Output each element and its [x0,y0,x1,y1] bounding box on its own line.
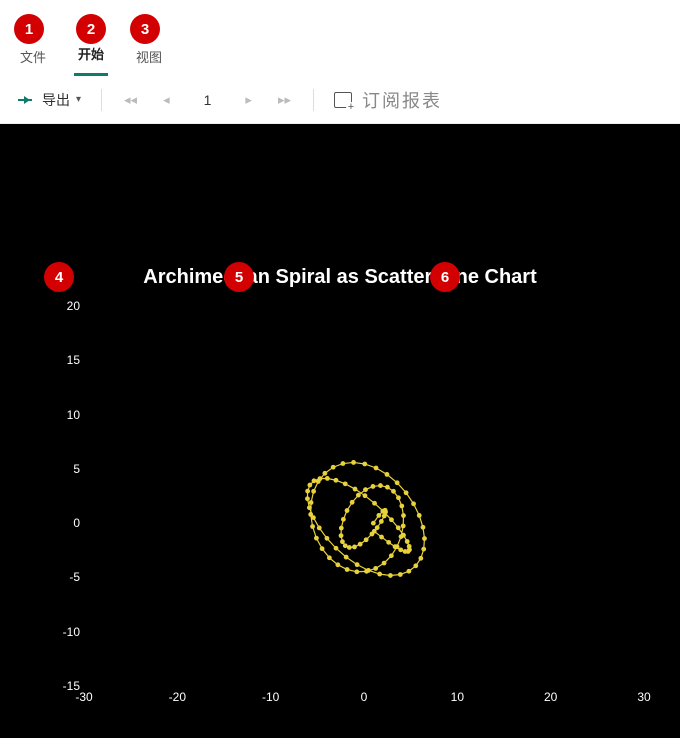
plot-svg [84,306,644,686]
y-tick-label: 20 [52,299,80,313]
export-label: 导出 [42,90,70,110]
subscribe-button[interactable]: 订阅报表 [328,83,448,117]
export-icon [18,93,36,107]
y-tick-label: -5 [52,570,80,584]
scatter-plot: -15-10-505101520 -30-20-100102030 [32,306,656,716]
separator [313,89,314,111]
badge-5: 5 [224,262,254,292]
y-tick-label: 15 [52,353,80,367]
separator [101,89,102,111]
x-tick-label: 30 [632,690,656,704]
subscribe-icon [334,92,352,108]
x-tick-label: -10 [259,690,283,704]
export-button[interactable]: 导出 ▾ [12,86,87,114]
nav-next-icon[interactable]: ▸ [237,92,260,108]
chart-area: 4 5 6 Archimedean Spiral as Scatter Line… [0,124,680,738]
nav-last-icon[interactable]: ▸▸ [270,92,299,108]
y-tick-label: 10 [52,408,80,422]
subscribe-label: 订阅报表 [362,87,442,113]
toolbar: 导出 ▾ ◂◂ ◂ 1 ▸ ▸▸ 订阅报表 [0,76,680,124]
x-tick-label: 10 [445,690,469,704]
nav-first-icon[interactable]: ◂◂ [116,92,145,108]
y-tick-label: 0 [52,516,80,530]
x-tick-label: -20 [165,690,189,704]
menu-tabs: 1 2 3 文件 开始 视图 [0,0,680,76]
tab-home[interactable]: 开始 [74,36,108,76]
nav-prev-icon[interactable]: ◂ [155,92,178,108]
page-number: 1 [188,92,228,108]
y-tick-label: -10 [52,625,80,639]
x-tick-label: 0 [352,690,376,704]
x-tick-label: 20 [539,690,563,704]
badge-6: 6 [430,262,460,292]
tab-file[interactable]: 文件 [16,39,50,76]
y-tick-label: 5 [52,462,80,476]
tab-view[interactable]: 视图 [132,39,166,76]
badge-4: 4 [44,262,74,292]
x-tick-label: -30 [72,690,96,704]
chevron-down-icon: ▾ [76,94,81,105]
